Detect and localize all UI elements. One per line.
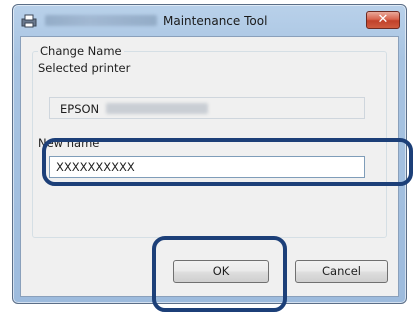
- ok-button[interactable]: OK: [173, 260, 269, 283]
- redacted-model-name: [106, 103, 208, 114]
- close-icon: ✕: [377, 12, 389, 27]
- selected-printer-field: EPSON: [49, 97, 365, 119]
- printer-tool-icon: [21, 13, 37, 28]
- new-name-label: New name: [38, 136, 100, 150]
- selected-printer-value: EPSON: [60, 102, 100, 116]
- group-legend: Change Name: [38, 44, 124, 58]
- close-button[interactable]: ✕: [366, 11, 400, 29]
- window-title: Maintenance Tool: [163, 14, 268, 28]
- new-name-input[interactable]: [49, 156, 365, 178]
- maintenance-tool-window: Maintenance Tool ✕ Change Name Selected …: [12, 4, 407, 304]
- title-bar: Maintenance Tool: [13, 5, 406, 36]
- cancel-button[interactable]: Cancel: [295, 260, 388, 283]
- selected-printer-label: Selected printer: [38, 61, 131, 75]
- dialog-content: Change Name Selected printer EPSON New n…: [20, 36, 399, 297]
- change-name-group: Change Name Selected printer EPSON New n…: [32, 44, 387, 238]
- redacted-app-name: [45, 15, 157, 26]
